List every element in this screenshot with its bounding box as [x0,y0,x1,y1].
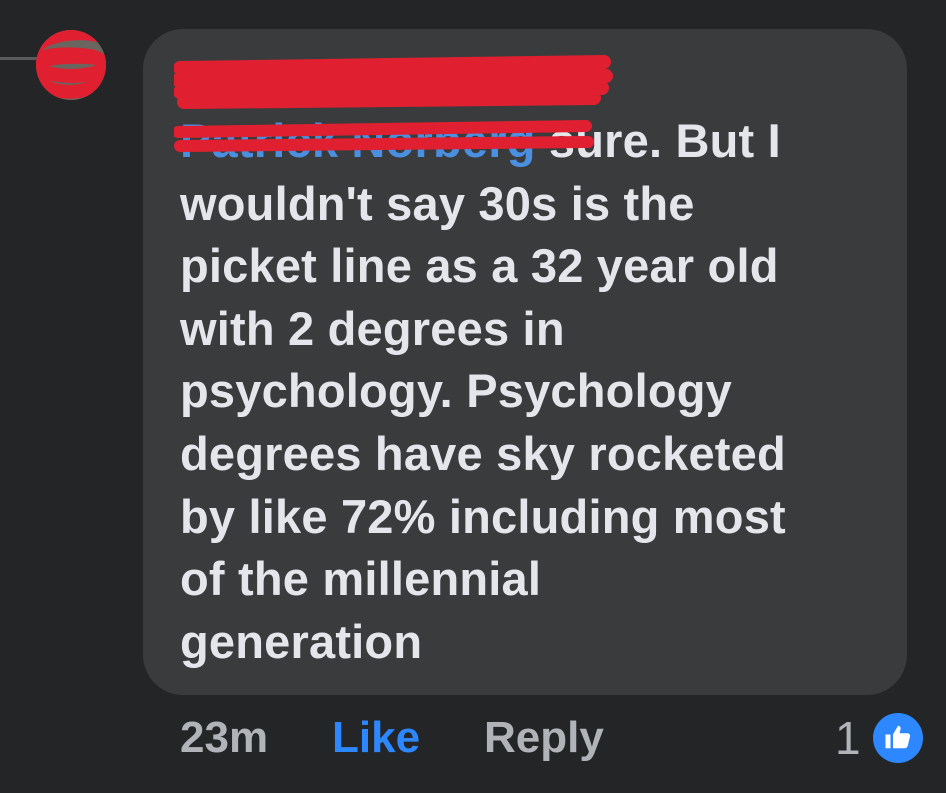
thumbs-up-glyph [885,725,911,749]
comment-line-7: by like 72% including most [180,489,786,543]
timestamp[interactable]: 23m [180,708,268,768]
comment-line-9: generation [180,614,423,668]
author-redaction-scribble [174,55,613,109]
thread-connector-line [0,0,40,60]
mention-link[interactable]: Patrick Norberg [174,110,594,173]
avatar[interactable] [36,30,106,100]
comment-author[interactable]: Sara _____ ___er [174,52,640,109]
redaction-scribble [36,30,106,99]
reaction-count[interactable]: 1 [835,708,861,768]
comment-line-5: psychology. Psychology [180,364,732,418]
comment-line-6: degrees have sky rocketed [180,426,786,480]
reply-button[interactable]: Reply [484,708,604,768]
thumbs-up-icon[interactable] [873,713,923,763]
mention-text[interactable]: Patrick Norberg [180,114,536,167]
comment-text-fragment: sure. But I [535,114,781,167]
comment-line-2: wouldn't say 30s is the [180,176,695,230]
comment-line-1: Patrick Norberg sure. But I [174,110,880,173]
comment-line-8: of the millennial [180,552,542,606]
comment-body: Patrick Norberg sure. But I wouldn't say… [174,110,880,673]
comment-line-3: picket line as a 32 year old [180,239,779,293]
comment-thread: Sara _____ ___er Patrick Norberg sure. B… [0,0,946,793]
comment-line-4: with 2 degrees in [180,301,565,355]
like-button[interactable]: Like [332,708,420,768]
